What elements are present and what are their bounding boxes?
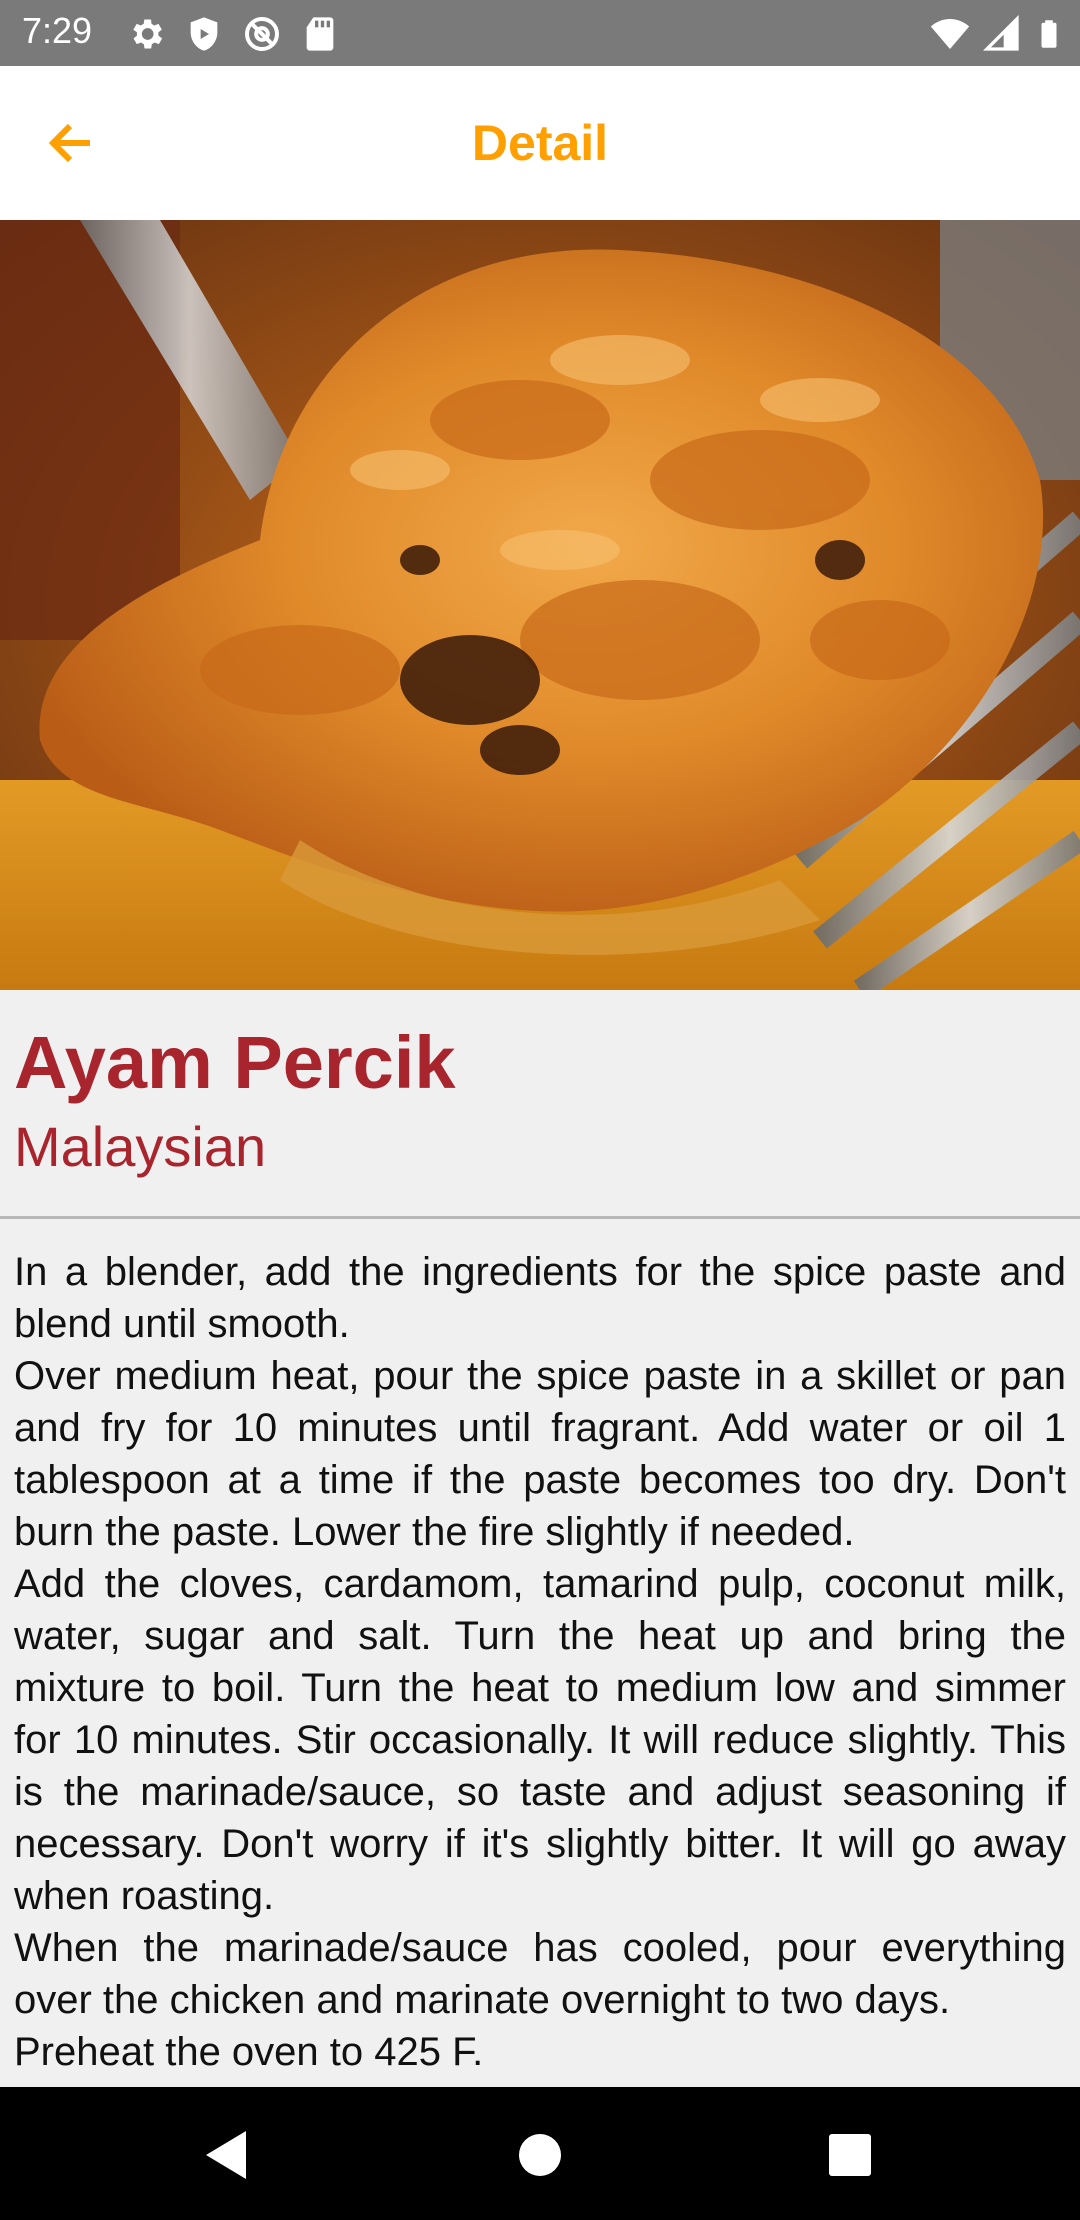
nav-back-button[interactable]: [188, 2115, 268, 2195]
meal-name: Ayam Percik: [14, 1021, 456, 1104]
instruction-paragraph: Add the cloves, cardamom, tamarind pulp,…: [14, 1562, 1066, 1918]
cell-signal-icon: [982, 14, 1019, 51]
at-sign-icon: [245, 17, 279, 51]
instructions: In a blender, add the ingredients for th…: [14, 1246, 1066, 2086]
instruction-paragraph: When the marinade/sauce has cooled, pour…: [14, 1926, 1066, 2022]
status-time: 7:29: [22, 10, 93, 51]
meal-header: Ayam Percik Malaysian: [0, 990, 1080, 1218]
wifi-icon: [930, 19, 970, 49]
instruction-paragraph: In a blender, add the ingredients for th…: [14, 1250, 1066, 1346]
battery-icon: [1041, 20, 1057, 48]
food-photo: [0, 220, 1080, 990]
meal-image: [0, 220, 1080, 990]
status-icons-right: [930, 14, 1064, 54]
back-triangle-icon: [206, 2131, 246, 2179]
status-icons-left: [126, 14, 340, 54]
nav-recents-button[interactable]: [810, 2115, 890, 2195]
home-circle-icon: [519, 2134, 561, 2176]
page-title: Detail: [471, 115, 609, 171]
recents-square-icon: [829, 2134, 871, 2176]
gear-icon: [133, 19, 163, 49]
nav-home-button[interactable]: [500, 2115, 580, 2195]
system-nav-bar: [0, 2087, 1080, 2220]
shield-icon: [190, 17, 218, 51]
meal-area: Malaysian: [14, 1115, 267, 1178]
instruction-paragraph: Over medium heat, pour the spice paste i…: [14, 1354, 1066, 1554]
app-bar: Detail: [0, 66, 1080, 220]
sd-card-icon: [306, 17, 334, 51]
status-bar: 7:29: [0, 0, 1080, 66]
divider: [0, 1216, 1080, 1219]
instruction-paragraph: Preheat the oven to 425 F.: [14, 2030, 484, 2074]
